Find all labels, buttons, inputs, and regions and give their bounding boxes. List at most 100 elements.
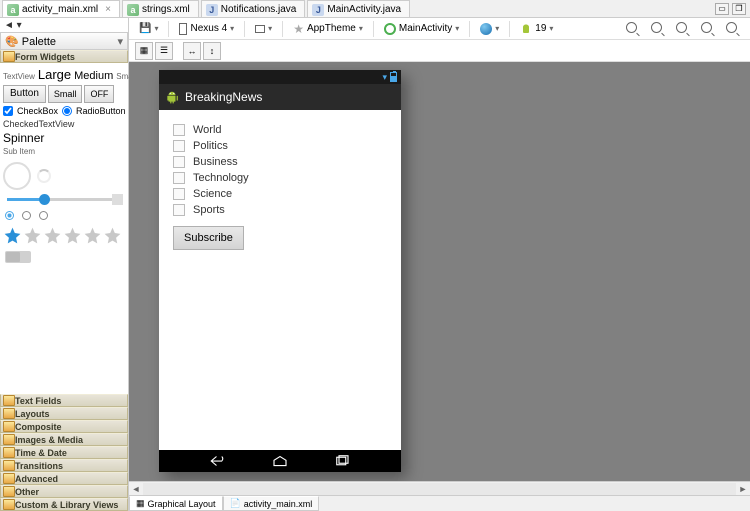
save-dropdown[interactable]: 💾▾	[135, 20, 162, 38]
widget-progress-small[interactable]	[37, 169, 51, 183]
widget-progress-large[interactable]	[3, 162, 31, 190]
api-picker[interactable]: 19▾	[516, 20, 557, 38]
checkbox-politics[interactable]: Politics	[173, 140, 387, 152]
widget-seekbar[interactable]	[7, 198, 121, 201]
recents-icon[interactable]	[333, 454, 351, 468]
checkbox-label: CheckBox	[17, 106, 58, 116]
magnifier-plus-icon	[726, 22, 740, 36]
widget-spinner[interactable]: Spinner	[3, 131, 125, 145]
java-file-icon: J	[312, 4, 324, 16]
tab-label: activity_main.xml	[22, 4, 98, 15]
widget-subitem[interactable]: Sub Item	[3, 147, 125, 156]
zoom-fit-button[interactable]	[622, 20, 644, 38]
widget-medium-text[interactable]: Medium	[74, 70, 113, 82]
checkbox-science[interactable]: Science	[173, 188, 387, 200]
widget-ratingbar[interactable]	[3, 226, 125, 245]
drawer-form-widgets[interactable]: Form Widgets	[0, 50, 128, 63]
subscribe-button[interactable]: Subscribe	[173, 226, 244, 250]
device-icon	[179, 23, 187, 35]
java-file-icon: J	[206, 4, 218, 16]
tab-label: Graphical Layout	[148, 499, 216, 509]
checkbox-label: Business	[193, 156, 238, 168]
widget-switch[interactable]	[5, 251, 31, 263]
maximize-icon[interactable]: ❐	[732, 3, 746, 15]
checkbox-world[interactable]: World	[173, 124, 387, 136]
layout-icon: ▦	[136, 498, 145, 509]
drawer-images-media[interactable]: Images & Media	[0, 433, 128, 446]
status-bar: ▾	[159, 70, 401, 84]
checkbox-label: World	[193, 124, 222, 136]
palette-back-button[interactable]: ◄ ▾	[0, 18, 128, 32]
zoom-out-button[interactable]	[697, 20, 719, 38]
tab-xml-source[interactable]: 📄 activity_main.xml	[223, 496, 320, 511]
editor-tab-strings[interactable]: a strings.xml	[122, 0, 199, 17]
drawer-composite[interactable]: Composite	[0, 420, 128, 433]
toggle-width-button[interactable]: ↔	[183, 42, 201, 60]
magnifier-icon	[626, 22, 640, 36]
drawer-time-date[interactable]: Time & Date	[0, 446, 128, 459]
orientation-picker[interactable]: ▾	[251, 20, 276, 38]
toggle-height-button[interactable]: ↕	[203, 42, 221, 60]
widget-textview[interactable]: TextView	[3, 72, 35, 81]
chevron-down-icon[interactable]: ▾	[117, 35, 123, 48]
checkbox-icon	[173, 156, 185, 168]
star-icon	[83, 226, 102, 245]
app-body[interactable]: World Politics Business Technology Scien…	[159, 110, 401, 450]
checkbox-icon	[173, 124, 185, 136]
device-picker[interactable]: Nexus 4▾	[175, 20, 238, 38]
xml-file-icon: a	[127, 4, 139, 16]
widget-button[interactable]: Button	[3, 85, 46, 103]
activity-icon	[384, 23, 396, 35]
app-title: BreakingNews	[185, 90, 262, 104]
magnifier-icon	[676, 22, 690, 36]
drawer-transitions[interactable]: Transitions	[0, 459, 128, 472]
home-icon[interactable]	[271, 454, 289, 468]
widget-large-text[interactable]: Large	[38, 67, 71, 82]
editor-tab-notifications[interactable]: J Notifications.java	[201, 0, 306, 17]
zoom-actual-button[interactable]	[672, 20, 694, 38]
back-icon[interactable]	[209, 454, 227, 468]
locale-picker[interactable]: ▾	[476, 20, 503, 38]
zoom-reset-button[interactable]	[647, 20, 669, 38]
checkbox-icon	[173, 172, 185, 184]
design-toolbar: 💾▾ Nexus 4▾ ▾ ★ AppTheme▾ MainActivity▾	[129, 18, 750, 40]
widget-radiogroup[interactable]	[5, 211, 123, 220]
drawer-text-fields[interactable]: Text Fields	[0, 394, 128, 407]
show-included-button[interactable]: ☰	[155, 42, 173, 60]
widget-checkedtextview[interactable]: CheckedTextView	[3, 119, 125, 129]
editor-tab-activity-main[interactable]: a activity_main.xml ×	[2, 0, 120, 17]
minimize-icon[interactable]: ▭	[715, 3, 729, 15]
palette-header[interactable]: 🎨 Palette ▾	[0, 32, 128, 50]
widget-toggle-off[interactable]: OFF	[84, 85, 114, 103]
checkbox-technology[interactable]: Technology	[173, 172, 387, 184]
scroll-right-icon[interactable]: ►	[736, 484, 750, 494]
drawer-custom[interactable]: Custom & Library Views	[0, 498, 128, 511]
navigation-bar	[159, 450, 401, 472]
theme-picker[interactable]: ★ AppTheme▾	[289, 20, 367, 38]
scroll-left-icon[interactable]: ◄	[129, 484, 143, 494]
widget-checkbox[interactable]	[3, 106, 13, 116]
design-canvas[interactable]: ▾ BreakingNews World Politics Business T…	[129, 62, 750, 495]
activity-label: MainActivity	[399, 23, 452, 34]
zoom-in-button[interactable]	[722, 20, 744, 38]
tab-label: strings.xml	[142, 4, 190, 15]
editor-tab-mainactivity[interactable]: J MainActivity.java	[307, 0, 410, 17]
checkbox-label: Politics	[193, 140, 228, 152]
device-frame: ▾ BreakingNews World Politics Business T…	[159, 70, 401, 472]
widget-radiobutton[interactable]	[62, 106, 72, 116]
checkbox-business[interactable]: Business	[173, 156, 387, 168]
tab-label: MainActivity.java	[327, 4, 401, 15]
drawer-layouts[interactable]: Layouts	[0, 407, 128, 420]
checkbox-sports[interactable]: Sports	[173, 204, 387, 216]
widget-small-button[interactable]: Small	[48, 85, 83, 103]
star-icon	[23, 226, 42, 245]
horizontal-scrollbar[interactable]: ◄ ►	[129, 481, 750, 495]
drawer-other[interactable]: Other	[0, 485, 128, 498]
editor-mode-tabs: ▦ Graphical Layout 📄 activity_main.xml	[129, 495, 750, 511]
layout-toolbar: ▦ ☰ ↔ ↕	[129, 40, 750, 62]
activity-picker[interactable]: MainActivity▾	[380, 20, 463, 38]
tab-graphical-layout[interactable]: ▦ Graphical Layout	[129, 496, 223, 511]
show-outline-button[interactable]: ▦	[135, 42, 153, 60]
close-icon[interactable]: ×	[105, 4, 111, 15]
drawer-advanced[interactable]: Advanced	[0, 472, 128, 485]
